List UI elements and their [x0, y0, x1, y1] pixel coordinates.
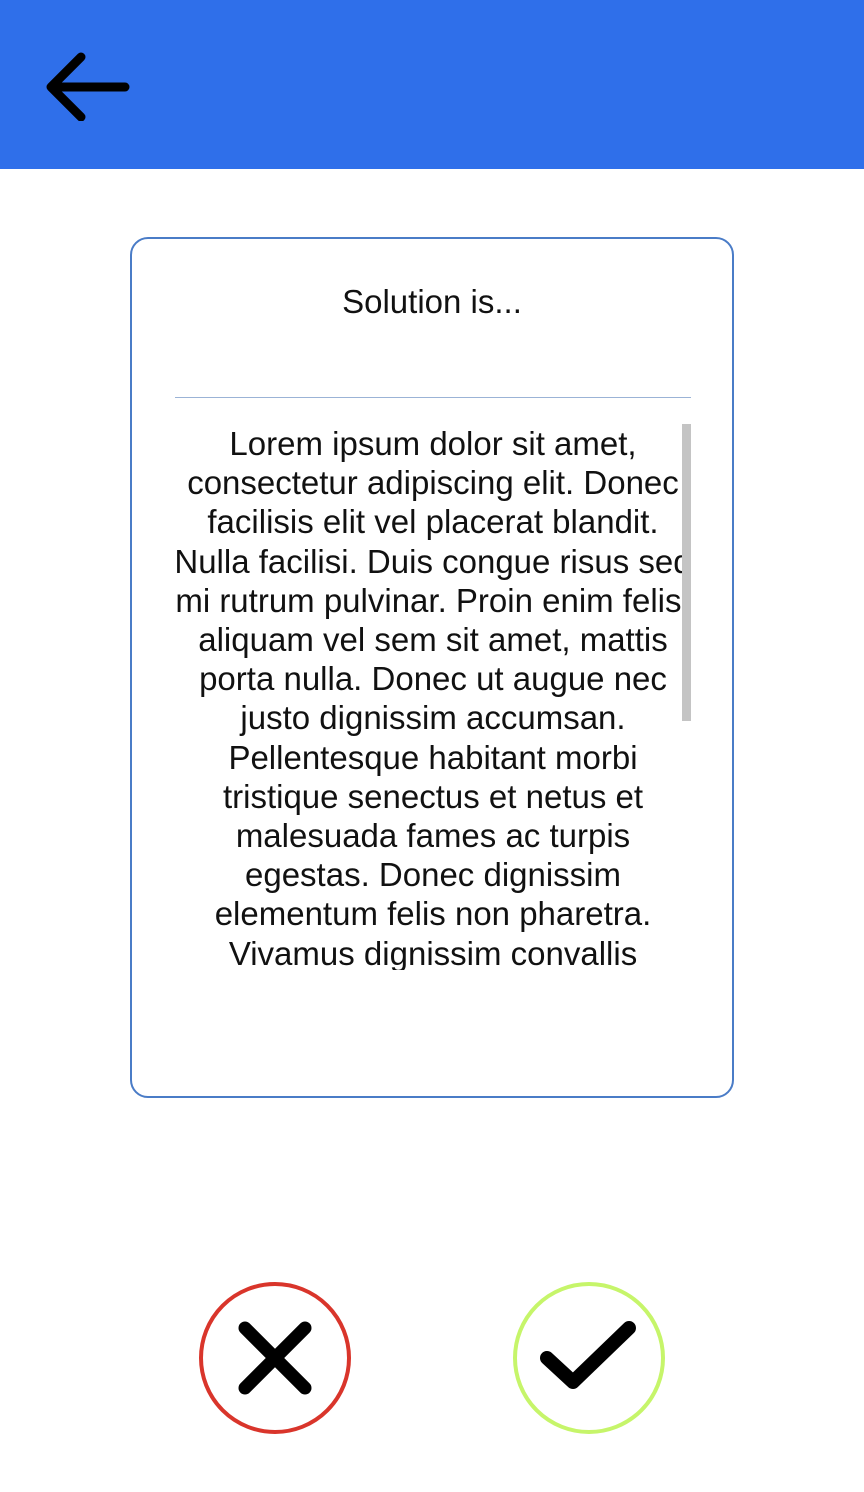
- solution-text-scroll-area[interactable]: Lorem ipsum dolor sit amet, consectetur …: [170, 418, 696, 970]
- card-title: Solution is...: [342, 283, 522, 320]
- reject-button[interactable]: [199, 1282, 351, 1434]
- arrow-left-icon: [46, 52, 130, 121]
- check-icon: [540, 1321, 636, 1389]
- solution-text: Lorem ipsum dolor sit amet, consectetur …: [174, 425, 692, 970]
- close-icon: [238, 1321, 312, 1395]
- back-button[interactable]: [36, 38, 136, 128]
- accept-button[interactable]: [513, 1282, 665, 1434]
- app-bar: [0, 0, 864, 169]
- divider: [175, 397, 691, 398]
- scrollbar-thumb[interactable]: [682, 424, 691, 721]
